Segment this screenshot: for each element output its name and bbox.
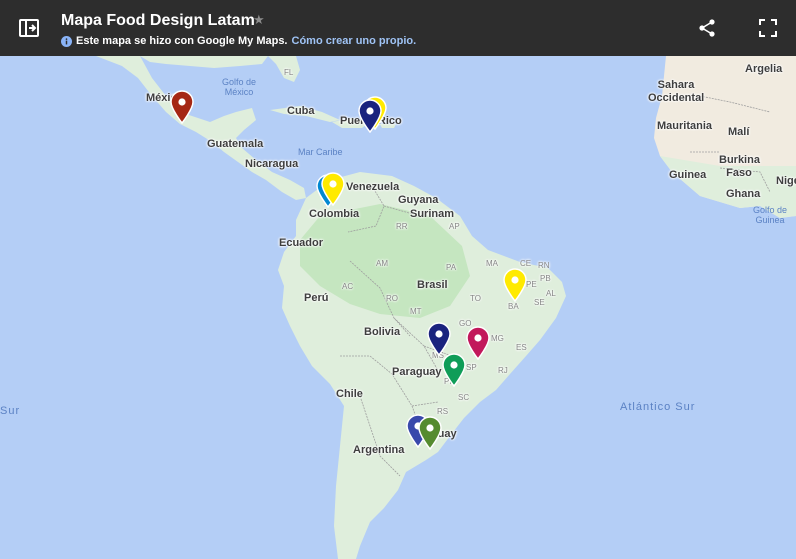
map-marker[interactable] <box>417 416 443 451</box>
country-label: Malí <box>728 126 750 138</box>
map-marker[interactable] <box>441 353 467 388</box>
country-label: Nigeria <box>776 175 796 187</box>
state-label: SE <box>534 298 545 307</box>
state-label: RJ <box>498 366 508 375</box>
country-label: Guatemala <box>207 138 264 150</box>
map-marker[interactable] <box>357 99 383 134</box>
map-pin-icon <box>358 99 382 134</box>
country-label: Argentina <box>353 444 405 456</box>
subtitle-text: Este mapa se hizo con Google My Maps. <box>76 35 288 47</box>
water-label: Golfo de México <box>221 77 257 97</box>
country-label: Brasil <box>417 279 448 291</box>
country-label: Chile <box>336 388 363 400</box>
map-header: Mapa Food Design Latam ★ Este mapa se hi… <box>0 0 796 56</box>
state-label: ES <box>516 343 527 352</box>
map-pin-icon <box>321 172 345 207</box>
share-icon[interactable] <box>695 16 719 40</box>
map-marker[interactable] <box>502 268 528 303</box>
country-label: Perú <box>304 292 329 304</box>
ocean-label: Atlántico Sur <box>620 401 696 413</box>
water-label: Golfo de Guinea <box>752 205 788 225</box>
state-label: PB <box>540 274 551 283</box>
country-label: Guyana <box>398 194 439 206</box>
map-marker[interactable] <box>169 90 195 125</box>
map-pin-icon <box>170 90 194 125</box>
state-label: PA <box>446 263 457 272</box>
state-label: AP <box>449 222 460 231</box>
state-label: RS <box>437 407 449 416</box>
sidebar-toggle-icon[interactable] <box>17 16 41 40</box>
map-pin-icon <box>427 322 451 357</box>
map-pin-icon <box>442 353 466 388</box>
country-label: Mauritania <box>657 120 713 132</box>
state-label: AL <box>546 289 556 298</box>
fullscreen-icon[interactable] <box>756 16 780 40</box>
state-label: MT <box>410 307 422 316</box>
map-marker[interactable] <box>465 326 491 361</box>
country-label: Venezuela <box>346 181 400 193</box>
map-title: Mapa Food Design Latam <box>61 12 255 29</box>
country-label: Surinam <box>410 208 455 220</box>
state-label: MA <box>486 259 498 268</box>
state-label: FL <box>284 68 294 77</box>
state-label: MG <box>491 334 504 343</box>
map-pin-icon <box>418 416 442 451</box>
country-label: Nicaragua <box>245 158 299 170</box>
state-label: SC <box>458 393 470 402</box>
state-label: SP <box>466 363 477 372</box>
map-pin-icon <box>466 326 490 361</box>
map-marker[interactable] <box>426 322 452 357</box>
country-label: Guinea <box>669 169 707 181</box>
country-label: Burkina Faso <box>719 154 760 179</box>
state-label: AM <box>376 259 388 268</box>
state-label: BA <box>508 302 519 311</box>
state-label: TO <box>470 294 481 303</box>
map-marker[interactable] <box>320 172 346 207</box>
country-label: Colombia <box>309 208 360 220</box>
country-label: Bolivia <box>364 326 401 338</box>
country-label: Cuba <box>287 105 315 117</box>
country-label: Sahara Occidental <box>648 79 705 104</box>
country-label: Ghana <box>726 188 761 200</box>
state-label: CE <box>520 259 532 268</box>
state-label: AC <box>342 282 354 291</box>
map-pin-icon <box>503 268 527 303</box>
star-icon[interactable]: ★ <box>253 12 265 28</box>
info-icon <box>61 35 72 47</box>
map-subtitle: Este mapa se hizo con Google My Maps. Có… <box>61 35 416 47</box>
state-label: RN <box>538 261 550 270</box>
create-map-link[interactable]: Cómo crear uno propio. <box>292 35 417 47</box>
water-label: Mar Caribe <box>298 147 343 157</box>
ocean-label: Sur <box>0 405 21 417</box>
state-label: RR <box>396 222 408 231</box>
country-label: Argelia <box>745 63 783 75</box>
map-canvas[interactable]: México Cuba Puerto Rico Guatemala Nicara… <box>0 56 796 559</box>
country-label: Ecuador <box>279 237 324 249</box>
state-label: RO <box>386 294 398 303</box>
country-label: Paraguay <box>392 366 442 378</box>
